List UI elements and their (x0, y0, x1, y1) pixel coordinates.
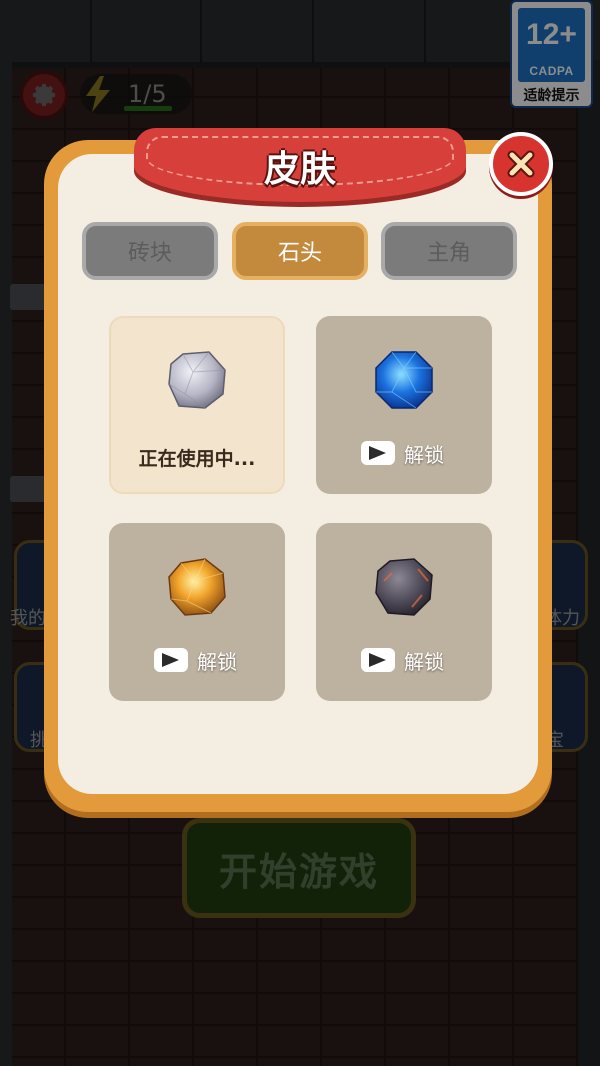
unlock-video-button[interactable]: 解锁 (360, 645, 444, 675)
title-ribbon: 皮肤 (134, 128, 466, 202)
video-icon (361, 441, 395, 465)
gold-ore-icon (168, 558, 226, 616)
skin-card-blue-gem[interactable]: 解锁 (316, 316, 492, 494)
blue-gem-icon (375, 351, 433, 409)
skin-card-gray-stone[interactable]: 正在使用中... (109, 316, 285, 494)
tab-stones[interactable]: 石头 (232, 222, 368, 280)
unlock-video-button[interactable]: 解锁 (360, 438, 444, 468)
tab-bricks[interactable]: 砖块 (82, 222, 218, 280)
unlock-label: 解锁 (404, 649, 444, 674)
gray-stone-icon (168, 351, 226, 409)
close-button[interactable] (489, 132, 553, 196)
unlock-video-button[interactable]: 解锁 (153, 645, 237, 675)
dialog-title: 皮肤 (263, 149, 336, 190)
tab-bricks-label: 砖块 (127, 241, 172, 266)
dark-stone-icon (375, 558, 433, 616)
unlock-label: 解锁 (404, 442, 444, 467)
skin-card-dark-stone[interactable]: 解锁 (316, 523, 492, 701)
tab-hero-label: 主角 (426, 241, 471, 266)
close-icon (507, 150, 535, 178)
tab-stones-label: 石头 (277, 241, 322, 266)
unlock-label: 解锁 (197, 649, 237, 674)
video-icon (154, 648, 188, 672)
video-icon (361, 648, 395, 672)
skin-card-gold-ore[interactable]: 解锁 (109, 523, 285, 701)
tab-hero[interactable]: 主角 (381, 222, 517, 280)
in-use-label: 正在使用中... (138, 448, 256, 470)
